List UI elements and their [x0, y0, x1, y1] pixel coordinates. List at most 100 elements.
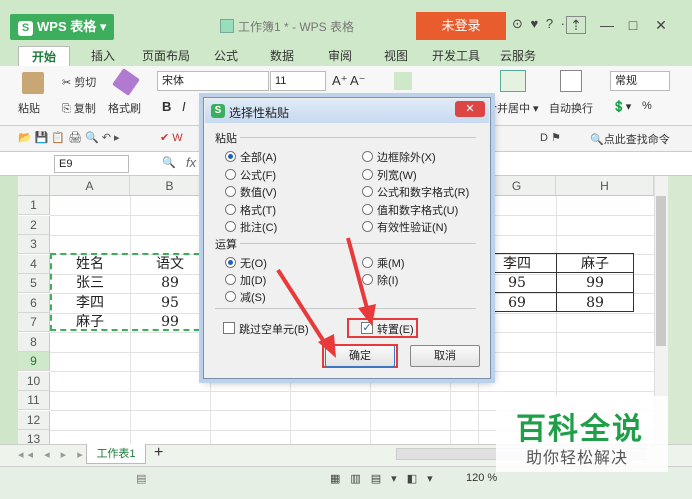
wrap-text-icon[interactable] [560, 70, 582, 92]
number-format-select[interactable]: 常规 [610, 71, 670, 91]
paste-option-label: 公式和数字格式(R) [377, 187, 470, 199]
row-header-10[interactable]: 10 [18, 371, 50, 391]
operation-radio-1[interactable] [225, 274, 236, 285]
paste-option-label: 列宽(W) [377, 169, 417, 182]
operation-label: 加(D) [240, 275, 267, 287]
paste-icon[interactable] [22, 72, 44, 94]
operation-radio-2[interactable] [225, 291, 236, 302]
row-header-8[interactable]: 8 [18, 332, 50, 352]
sheet-nav-arrows[interactable]: ◂◂ ◂ ▸ ▸▸ [18, 448, 96, 461]
paste-radio-0[interactable] [225, 151, 236, 162]
paste-radio-4[interactable] [225, 221, 236, 232]
paste-option-label: 数值(V) [240, 187, 277, 199]
tab-1[interactable]: 插入 [80, 46, 126, 66]
paste-radio-right-0[interactable] [362, 151, 373, 162]
quick-access-icons[interactable]: 📂💾📋🖨🔍↶▸ [18, 131, 123, 144]
paste-radio-right-2[interactable] [362, 186, 373, 197]
wrap-text-button[interactable]: 自动换行 [549, 100, 593, 116]
wps-logo-icon: S [18, 21, 33, 36]
row-header-2[interactable]: 2 [18, 215, 50, 235]
cut-label: 剪切 [74, 77, 97, 89]
row-header-1[interactable]: 1 [18, 196, 50, 215]
paste-radio-2[interactable] [225, 186, 236, 197]
select-all-corner[interactable] [18, 176, 50, 196]
row-header-3[interactable]: 3 [18, 235, 50, 254]
row-header-9[interactable]: 9 [18, 352, 50, 371]
close-button[interactable]: ✕ [648, 14, 674, 36]
dialog-title: 选择性粘贴 [229, 106, 290, 120]
dialog-close-button[interactable]: ✕ [455, 101, 485, 117]
cut-button[interactable]: ✂ 剪切 [62, 74, 96, 90]
font-size-select[interactable]: 11 [270, 71, 326, 91]
quick-extra-icons[interactable]: ✔ W [160, 131, 183, 144]
search-icon: 🔍 [590, 134, 604, 146]
paste-radio-3[interactable] [225, 203, 236, 215]
percent-button[interactable]: % [642, 100, 652, 112]
paste-group-label: 粘贴 [215, 133, 237, 145]
zoom-search-icon[interactable]: 🔍 [162, 156, 176, 169]
table-cell: 95 [161, 294, 179, 311]
paste-group-divider [240, 137, 476, 138]
grow-font-button[interactable]: A⁺ [332, 73, 348, 89]
tab-8[interactable]: 云服务 [494, 46, 542, 66]
name-box[interactable]: E9 [54, 155, 129, 173]
italic-button[interactable]: I [182, 99, 186, 114]
column-header-A[interactable]: A [50, 176, 130, 196]
tab-7[interactable]: 开发工具 [426, 46, 486, 66]
tab-6[interactable]: 视图 [376, 46, 416, 66]
title-icons[interactable]: ⊙ ♥ ? · [512, 16, 567, 32]
paste-button[interactable]: 粘贴 [18, 100, 40, 116]
shrink-font-button[interactable]: A⁻ [350, 73, 366, 89]
restore-ribbon-icon[interactable]: ⇡ [566, 16, 586, 34]
find-command[interactable]: 🔍点此查找命令 [590, 131, 670, 147]
format-painter-button[interactable]: 格式刷 [108, 100, 141, 116]
row-header-7[interactable]: 7 [18, 313, 50, 332]
table-cell: 麻子 [581, 255, 609, 272]
row-header-12[interactable]: 12 [18, 410, 50, 430]
row-header-5[interactable]: 5 [18, 274, 50, 293]
font-name-select[interactable]: 宋体 [157, 71, 269, 91]
add-sheet-button[interactable]: + [154, 444, 163, 462]
minimize-button[interactable]: — [594, 14, 620, 36]
paste-option-label: 公式(F) [240, 169, 277, 182]
tab-5[interactable]: 审阅 [318, 46, 362, 66]
cancel-button[interactable]: 取消 [410, 345, 480, 367]
row-header-4[interactable]: 4 [18, 254, 50, 274]
skip-blanks-checkbox[interactable] [223, 322, 235, 334]
tab-4[interactable]: 数据 [260, 46, 304, 66]
tab-2[interactable]: 页面布局 [136, 46, 196, 66]
align-buttons[interactable] [376, 72, 472, 90]
app-menu-button[interactable]: S WPS 表格 ▾ [10, 14, 114, 40]
merge-center-button[interactable]: 合并居中 ▾ [486, 100, 539, 116]
view-mode-icons[interactable]: ▦▥▤▾◧▾ [330, 472, 443, 485]
fx-button[interactable]: fx [186, 155, 196, 170]
table-cell: 89 [161, 275, 179, 291]
row-header-6[interactable]: 6 [18, 293, 50, 313]
login-button[interactable]: 未登录 [416, 12, 506, 40]
tab-3[interactable]: 公式 [204, 46, 248, 66]
annotation-arrows [276, 237, 376, 358]
tab-0[interactable]: 开始 [18, 46, 70, 66]
currency-icon[interactable]: 💲▾ [612, 100, 631, 113]
column-header-H[interactable]: H [556, 176, 654, 196]
paste-option-label: 值和数字格式(U) [377, 204, 459, 217]
paste-radio-right-3[interactable] [362, 203, 373, 215]
paste-radio-1[interactable] [225, 168, 236, 180]
quick-right-icons[interactable]: D ⚑ [540, 131, 561, 144]
bold-button[interactable]: B [162, 99, 171, 114]
row-header-11[interactable]: 11 [18, 391, 50, 410]
operation-radio-0[interactable] [225, 257, 236, 268]
paste-option-label: 全部(A) [240, 152, 277, 164]
merge-center-icon[interactable] [500, 70, 526, 92]
sheet-tab-1[interactable]: 工作表1 [86, 444, 146, 464]
maximize-button[interactable]: □ [620, 14, 646, 36]
paste-option-label: 有效性验证(N) [377, 222, 448, 234]
table-cell: 姓名 [76, 255, 104, 272]
copy-button[interactable]: ⎘ 复制 [62, 100, 96, 116]
scrollbar-thumb[interactable] [656, 196, 666, 346]
paste-radio-right-1[interactable] [362, 168, 373, 180]
column-header-B[interactable]: B [130, 176, 210, 196]
table-cell: 99 [586, 275, 604, 291]
scissors-icon: ✂ [62, 77, 75, 89]
find-command-label: 点此查找命令 [603, 134, 670, 146]
